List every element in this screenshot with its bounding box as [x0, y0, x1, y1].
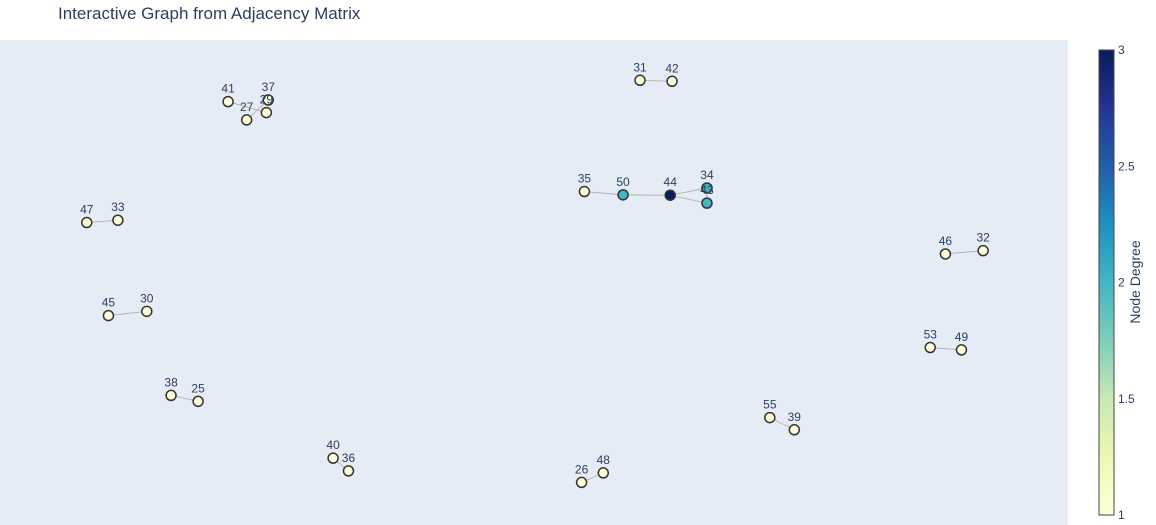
graph-node-43[interactable]	[701, 197, 713, 209]
node-label-40: 40	[326, 438, 340, 452]
node-label-36: 36	[342, 451, 356, 465]
node-label-46: 46	[939, 234, 953, 248]
graph-node-26[interactable]	[575, 476, 588, 489]
node-label-45: 45	[102, 296, 116, 310]
node-label-25: 25	[191, 381, 205, 395]
graph-node-31[interactable]	[634, 74, 646, 87]
node-label-42: 42	[665, 61, 679, 75]
graph-node-48[interactable]	[597, 467, 610, 479]
graph-node-47[interactable]	[81, 216, 93, 229]
graph-node-39[interactable]	[788, 424, 801, 436]
node-label-32: 32	[976, 231, 990, 245]
graph-node-35[interactable]	[578, 185, 591, 198]
node-label-38: 38	[164, 375, 178, 389]
graph-node-25[interactable]	[192, 395, 204, 408]
colorbar-tick-label: 1	[1118, 508, 1125, 522]
graph-node-29[interactable]	[260, 106, 273, 119]
node-label-26: 26	[575, 462, 589, 476]
node-label-49: 49	[955, 330, 969, 344]
graph-node-55[interactable]	[764, 411, 776, 424]
colorbar-tick-label: 3	[1118, 43, 1125, 57]
colorbar-tick-label: 2.5	[1118, 159, 1135, 173]
graph-node-46[interactable]	[939, 248, 952, 260]
graph-node-33[interactable]	[112, 214, 124, 226]
colorbar-tick-label: 1.5	[1118, 392, 1135, 406]
graph-node-50[interactable]	[617, 189, 629, 201]
colorbar: 1 1.5 2 2.5 3 Node Degree	[1098, 43, 1143, 522]
node-label-41: 41	[221, 82, 235, 96]
graph-node-49[interactable]	[955, 344, 968, 356]
graph-node-45[interactable]	[102, 309, 115, 322]
colorbar-gradient	[1098, 49, 1115, 516]
graph-node-32[interactable]	[977, 244, 989, 257]
graph-plot[interactable]: 41 37272931 4235 50 44344347 3346 3245 3053 4938…	[0, 0, 1156, 525]
graph-node-38[interactable]	[165, 389, 177, 402]
graph-node-40[interactable]	[327, 452, 339, 464]
node-label-30: 30	[140, 291, 154, 305]
node-label-33: 33	[111, 200, 125, 214]
node-label-29: 29	[260, 93, 274, 107]
graph-node-53[interactable]	[924, 341, 936, 354]
graph-node-44[interactable]	[664, 189, 676, 201]
graph-node-30[interactable]	[141, 305, 153, 318]
node-label-53: 53	[924, 328, 938, 342]
graph-node-36[interactable]	[342, 465, 355, 477]
node-label-35: 35	[578, 172, 592, 186]
colorbar-tick-label: 2	[1118, 276, 1125, 290]
node-label-34: 34	[700, 168, 714, 182]
node-label-48: 48	[597, 453, 611, 467]
graph-node-27[interactable]	[240, 114, 253, 126]
node-label-55: 55	[763, 398, 777, 412]
node-label-50: 50	[616, 175, 630, 189]
graph-node-41[interactable]	[222, 95, 234, 108]
plot-area[interactable]	[0, 40, 1068, 525]
node-label-39: 39	[788, 410, 802, 424]
node-label-47: 47	[80, 203, 94, 217]
graph-node-42[interactable]	[666, 75, 678, 88]
node-label-44: 44	[664, 175, 678, 189]
colorbar-title: Node Degree	[1127, 240, 1143, 323]
node-label-43: 43	[700, 183, 714, 197]
node-label-31: 31	[633, 60, 647, 74]
node-label-27: 27	[240, 100, 254, 114]
